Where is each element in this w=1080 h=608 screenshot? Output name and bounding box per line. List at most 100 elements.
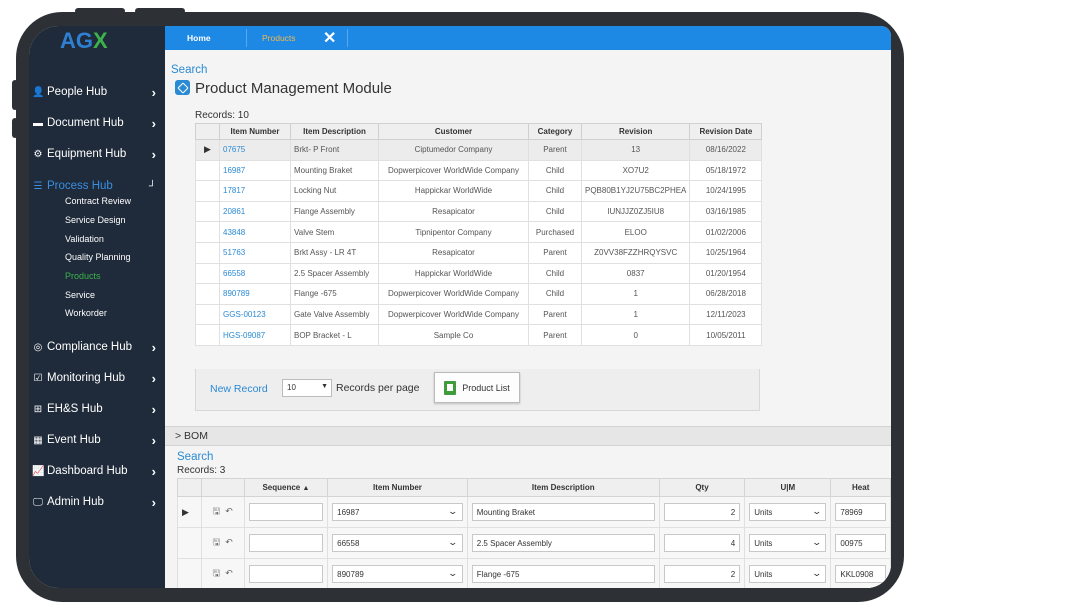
col-customer[interactable]: Customer <box>378 123 529 140</box>
bom-row[interactable]: 🖫 ↶ 890789 ⌄ Flange -675 2 Units ⌄ KKL0908 <box>177 558 891 588</box>
row-action-icons: 🖫 ↶ <box>200 496 245 528</box>
bom-row[interactable]: 🖫 ↶ 66558 ⌄ 2.5 Spacer Assembly 4 Units ⌄ 00975 <box>177 527 891 559</box>
item-description-input[interactable]: Flange -675 <box>471 565 655 583</box>
table-row[interactable]: GGS-00123 Gate Valve Assembly Dopwerpicove… <box>195 303 763 326</box>
table-row[interactable]: 890789 Flange -675 Dopwerpicover WorldWide… <box>195 283 763 305</box>
col-um[interactable]: U|M <box>744 478 832 497</box>
heat-input[interactable]: 78969 <box>835 503 886 521</box>
new-record-link[interactable]: New Record <box>210 383 268 395</box>
um-select[interactable]: Units ⌄ <box>749 503 827 521</box>
col-revision-date[interactable]: Revision Date <box>689 123 763 140</box>
sidebar-subitem-service-design[interactable]: Service Design <box>65 215 126 225</box>
save-icon[interactable]: 🖫 <box>213 506 221 516</box>
table-row[interactable]: 43848 Valve Stem Tipnipentor Company Purcha… <box>195 221 763 243</box>
item-number-select[interactable]: 66558 ⌄ <box>332 534 463 552</box>
col-qty[interactable]: Qty <box>658 478 746 497</box>
records-per-page-select[interactable]: 10 ▼ <box>282 379 332 397</box>
item-number-link[interactable]: 43848 <box>219 221 291 243</box>
undo-icon[interactable]: ↶ <box>225 506 233 516</box>
tab-home[interactable]: Home <box>187 26 211 50</box>
sidebar-item-equipment-hub[interactable]: ⚙ Equipment Hub › <box>32 143 162 165</box>
col-category[interactable]: Category <box>528 123 582 140</box>
sidebar-item-monitoring-hub[interactable]: ☑ Monitoring Hub › <box>32 367 162 389</box>
table-cell: 1 <box>580 303 691 326</box>
bom-section-toggle[interactable]: > BOM <box>165 426 891 446</box>
qty-input[interactable]: 2 <box>663 503 741 521</box>
table-row[interactable]: 16987 Mounting Braket Dopwerpicover WorldW… <box>195 159 763 182</box>
um-select[interactable]: Units ⌄ <box>749 534 827 552</box>
sidebar-item-admin-hub[interactable]: 🖵 Admin Hub › <box>32 491 162 513</box>
heat-input[interactable]: 00975 <box>835 534 886 552</box>
save-icon[interactable]: 🖫 <box>213 568 221 578</box>
um-select[interactable]: Units ⌄ <box>749 565 827 583</box>
sidebar-item-eh-s-hub[interactable]: ⊞ EH&S Hub › <box>32 398 162 420</box>
row-selector-header <box>195 123 220 140</box>
col-sequence[interactable]: Sequence ▲ <box>243 478 329 497</box>
item-number-link[interactable]: 66558 <box>219 262 291 285</box>
item-number-select[interactable]: 16987 ⌄ <box>332 503 463 521</box>
bom-search-link[interactable]: Search <box>177 451 213 463</box>
sidebar-item-people-hub[interactable]: 👤 People Hub › <box>32 81 162 103</box>
cell-sequence <box>243 527 329 559</box>
sequence-input[interactable] <box>248 534 324 552</box>
sequence-input[interactable] <box>248 565 324 583</box>
col-revision[interactable]: Revision <box>580 123 691 140</box>
table-row[interactable]: 17817 Locking Nut Happickar WorldWide Child… <box>195 180 763 202</box>
col-item-description[interactable]: Item Description <box>466 478 660 497</box>
table-cell: 10/24/1995 <box>689 180 763 202</box>
item-number-link[interactable]: 51763 <box>219 241 291 264</box>
bom-row[interactable]: ▶ 🖫 ↶ 16987 ⌄ Mounting Braket 2 Units ⌄ 78969 <box>177 496 891 528</box>
item-number-link[interactable]: 20861 <box>219 200 291 223</box>
sequence-input[interactable] <box>248 503 324 521</box>
item-number-select[interactable]: 890789 ⌄ <box>332 565 463 583</box>
close-tab-icon[interactable]: ✕ <box>323 28 336 48</box>
sidebar-item-document-hub[interactable]: ▬ Document Hub › <box>32 112 162 134</box>
table-row[interactable]: 51763 Brkt Assy - LR 4T Resapicator Parent Z… <box>195 241 763 264</box>
undo-icon[interactable]: ↶ <box>225 537 233 547</box>
item-description-input[interactable]: Mounting Braket <box>471 503 655 521</box>
save-icon[interactable]: 🖫 <box>213 537 221 547</box>
sidebar-item-event-hub[interactable]: ▦ Event Hub › <box>32 429 162 451</box>
sidebar-subitem-quality-planning[interactable]: Quality Planning <box>65 252 131 262</box>
product-list-button[interactable]: Product List <box>434 372 520 403</box>
agx-logo[interactable]: AGX <box>60 28 108 54</box>
sidebar-item-process-hub[interactable]: ☰ Process Hub ┘ <box>32 175 162 197</box>
item-number-link[interactable]: 07675 <box>219 139 291 161</box>
item-number-link[interactable]: 16987 <box>219 159 291 182</box>
tab-products[interactable]: Products <box>262 26 296 50</box>
products-table-footer: New Record 10 ▼ Records per page Product … <box>195 369 760 411</box>
table-cell: 0837 <box>580 262 691 285</box>
document-icon <box>444 380 457 395</box>
undo-icon[interactable]: ↶ <box>225 568 233 578</box>
col-item-number[interactable]: Item Number <box>327 478 468 497</box>
sidebar-subitem-contract-review[interactable]: Contract Review <box>65 196 131 206</box>
item-description-input[interactable]: 2.5 Spacer Assembly <box>471 534 655 552</box>
item-number-link[interactable]: GGS-00123 <box>219 303 291 326</box>
item-number-link[interactable]: 17817 <box>219 180 291 202</box>
table-cell: 05/18/1972 <box>689 159 763 182</box>
col-item-description[interactable]: Item Description <box>290 123 379 140</box>
table-row[interactable]: HGS-09087 BOP Bracket - L Sample Co Parent 0… <box>195 324 763 346</box>
table-row[interactable]: 20861 Flange Assembly Resapicator Child IUNJ… <box>195 200 763 223</box>
sidebar-subitem-workorder[interactable]: Workorder <box>65 308 107 318</box>
sidebar-subitem-service[interactable]: Service <box>65 290 95 300</box>
item-number-link[interactable]: HGS-09087 <box>219 324 291 346</box>
qty-input[interactable]: 2 <box>663 565 741 583</box>
item-number-link[interactable]: 890789 <box>219 283 291 305</box>
sidebar-item-dashboard-hub[interactable]: 📈 Dashboard Hub › <box>32 460 162 482</box>
table-row[interactable]: ▶ 07675 Brkt- P Front Ciptumedor Company Par… <box>195 139 763 161</box>
sidebar-subitem-products[interactable]: Products <box>65 271 101 281</box>
cell-um: Units ⌄ <box>744 496 832 528</box>
sidebar-item-label: Process Hub <box>47 180 113 192</box>
search-link[interactable]: Search <box>171 64 207 76</box>
chevron-right-icon: › <box>151 432 156 448</box>
table-row[interactable]: 66558 2.5 Spacer Assembly Happickar WorldW… <box>195 262 763 285</box>
col-heat[interactable]: Heat <box>830 478 891 497</box>
sidebar-item-compliance-hub[interactable]: ◎ Compliance Hub › <box>32 336 162 358</box>
table-cell: 06/28/2018 <box>689 283 763 305</box>
heat-input[interactable]: KKL0908 <box>835 565 886 583</box>
table-cell: Parent <box>528 324 582 346</box>
col-item-number[interactable]: Item Number <box>219 123 291 140</box>
sidebar-subitem-validation[interactable]: Validation <box>65 234 104 244</box>
qty-input[interactable]: 4 <box>663 534 741 552</box>
